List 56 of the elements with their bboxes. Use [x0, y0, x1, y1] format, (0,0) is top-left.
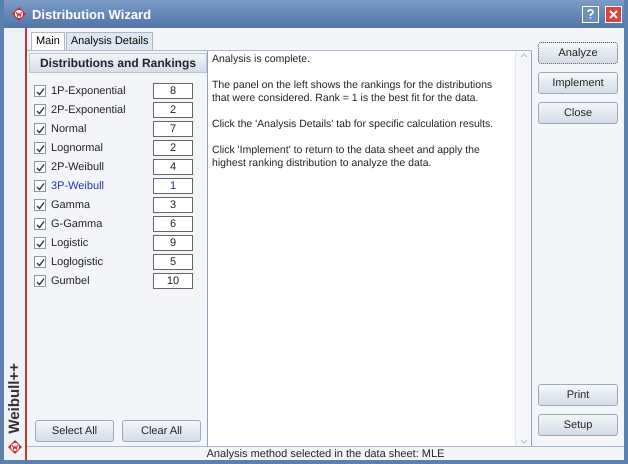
checkbox[interactable]: [34, 85, 46, 97]
brand-label: Weibull++: [6, 363, 23, 434]
message-paragraph: The panel on the left shows the rankings for the distributions that were considered. Rank = 1 is the best fit for the data.: [212, 79, 494, 105]
panel-button[interactable]: Clear All: [122, 420, 201, 442]
checkbox[interactable]: [34, 199, 46, 211]
checkbox[interactable]: [34, 256, 46, 268]
window-title: Distribution Wizard: [32, 6, 152, 22]
distribution-label: Lognormal: [51, 142, 104, 154]
distribution-label: 2P-Exponential: [51, 104, 127, 116]
checkbox[interactable]: [34, 275, 46, 287]
action-button[interactable]: Setup: [538, 414, 618, 436]
help-button[interactable]: [582, 6, 599, 22]
rank-field: 4: [153, 159, 193, 175]
distribution-label: Gumbel: [51, 275, 91, 287]
action-button[interactable]: Analyze: [538, 42, 618, 64]
rank-field: 8: [153, 83, 193, 99]
checkbox[interactable]: [34, 123, 46, 135]
message-paragraph: Click the 'Analysis Details' tab for specific calculation results.: [212, 118, 494, 131]
checkbox[interactable]: [34, 104, 46, 116]
status-bar: Analysis method selected in the data sheet: MLE: [27, 446, 624, 460]
distribution-label: G-Gamma: [51, 218, 104, 230]
distribution-label: 3P-Weibull: [51, 180, 105, 192]
checkbox[interactable]: [34, 161, 46, 173]
rank-field: 3: [153, 197, 193, 213]
rank-field: 9: [153, 235, 193, 251]
message-paragraph: Click 'Implement' to return to the data sheet and apply the highest ranking distribution to analyze the data.: [212, 144, 481, 170]
close-button[interactable]: [605, 6, 622, 22]
distribution-label: Logistic: [51, 237, 90, 249]
action-button[interactable]: Print: [538, 384, 618, 406]
rank-field: 10: [153, 273, 193, 289]
distribution-label: Gamma: [51, 199, 92, 211]
close-icon: [609, 10, 618, 18]
tab[interactable]: Main: [31, 32, 65, 50]
question-mark-icon: [587, 9, 594, 19]
panel-heading: Distributions and Rankings: [29, 53, 207, 73]
checkbox[interactable]: [34, 218, 46, 230]
distribution-label: 2P-Weibull: [51, 161, 105, 173]
tab[interactable]: Analysis Details: [66, 32, 154, 50]
logo-icon: [12, 7, 26, 21]
action-button[interactable]: Implement: [538, 72, 618, 94]
rank-field: 2: [153, 140, 193, 156]
distribution-label: Loglogistic: [51, 256, 104, 268]
distribution-label: 1P-Exponential: [51, 85, 127, 97]
checkbox[interactable]: [34, 237, 46, 249]
rank-field: 2: [153, 102, 193, 118]
panel-button[interactable]: Select All: [35, 420, 114, 442]
rank-field: 7: [153, 121, 193, 137]
checkbox[interactable]: [34, 142, 46, 154]
rank-field: 6: [153, 216, 193, 232]
action-button[interactable]: Close: [538, 102, 618, 124]
rank-field: 5: [153, 254, 193, 270]
message-paragraph: Analysis is complete.: [212, 53, 312, 66]
logo-icon: [8, 440, 22, 454]
checkbox[interactable]: [34, 180, 46, 192]
rank-field: 1: [153, 178, 193, 194]
distribution-label: Normal: [51, 123, 88, 135]
